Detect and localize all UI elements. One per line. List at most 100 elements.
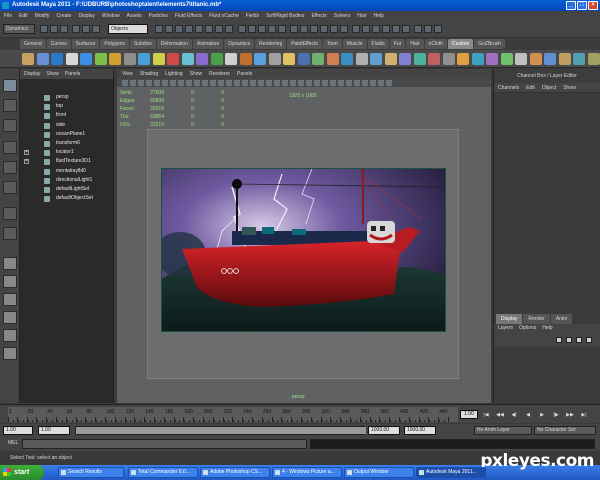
shelf-tool-icon[interactable] (65, 53, 78, 65)
outliner-menu-show[interactable]: Show (46, 69, 59, 79)
shelf-tool-icon[interactable] (573, 53, 585, 65)
viewport-tool-icon[interactable] (346, 80, 352, 86)
shelf-tool-icon[interactable] (109, 53, 121, 65)
tab-rendering[interactable]: Rendering (255, 39, 287, 49)
shelf-tool-icon[interactable] (239, 53, 252, 65)
layout-preset-icon[interactable] (3, 311, 17, 324)
shelf-tool-icon[interactable] (341, 53, 353, 65)
step-back-key-icon[interactable]: ◀◀ (496, 411, 504, 419)
playback-end-field[interactable]: 1000.00 (368, 426, 400, 435)
status-tool-icon[interactable] (225, 25, 233, 33)
tab-fur[interactable]: Fur (389, 39, 406, 49)
viewport-tool-icon[interactable] (226, 80, 232, 86)
status-tool-icon[interactable] (268, 25, 276, 33)
outliner-item[interactable]: + locator1 (20, 148, 113, 157)
status-tool-icon[interactable] (40, 25, 48, 33)
viewport-tool-icon[interactable] (138, 80, 144, 86)
expand-icon[interactable]: + (24, 159, 29, 165)
mel-label[interactable]: MEL (8, 440, 18, 446)
shelf-tool-icon[interactable] (51, 53, 63, 65)
shelf-tool-icon[interactable] (254, 53, 266, 65)
viewport-tool-icon[interactable] (170, 80, 176, 86)
move-tool-icon[interactable] (3, 141, 17, 154)
viewport-tool-icon[interactable] (290, 80, 296, 86)
shelf-tool-icon[interactable] (196, 53, 208, 65)
viewport-tool-icon[interactable] (122, 80, 128, 86)
layer-menu-layers[interactable]: Layers (498, 324, 513, 333)
viewport-tool-icon[interactable] (218, 80, 224, 86)
status-tool-icon[interactable] (50, 25, 58, 33)
menu-modify[interactable]: Modify (35, 11, 50, 21)
status-tool-icon[interactable] (248, 25, 256, 33)
menu-assets[interactable]: Assets (127, 11, 142, 21)
viewport-tool-icon[interactable] (322, 80, 328, 86)
taskbar-item[interactable]: 4 - Windows Picture a... (272, 467, 342, 478)
viewport-tool-icon[interactable] (282, 80, 288, 86)
maximize-button[interactable]: □ (577, 1, 587, 10)
shelf-tool-icon[interactable] (326, 53, 339, 65)
range-handle[interactable] (76, 427, 366, 434)
layout-preset-icon[interactable] (3, 329, 17, 342)
menu-set-select[interactable]: Dynamics (3, 24, 35, 34)
status-tool-icon[interactable] (300, 25, 308, 33)
scale-tool-icon[interactable] (3, 181, 17, 194)
status-tool-icon[interactable] (402, 25, 410, 33)
status-tool-icon[interactable] (372, 25, 380, 33)
outliner-item[interactable]: side (20, 121, 113, 130)
step-forward-key-icon[interactable]: ▶▶ (566, 411, 574, 419)
playback-start-field[interactable]: 1.00 (38, 426, 70, 435)
tab-gozbrush[interactable]: GoZBrush (474, 39, 506, 49)
tab-subdivs[interactable]: Subdivs (129, 39, 156, 49)
menu-fluid-effects[interactable]: Fluid Effects (175, 11, 202, 21)
tab-animation[interactable]: Animation (192, 39, 224, 49)
layout-preset-icon[interactable] (3, 275, 17, 288)
outliner-item[interactable]: defaultLightSet (20, 185, 113, 194)
move-layer-up-icon[interactable] (576, 337, 582, 343)
taskbar-item[interactable]: Output Window (344, 467, 414, 478)
layout-preset-icon[interactable] (3, 347, 17, 360)
viewport-menu-view[interactable]: View (122, 69, 133, 79)
selection-mode-field[interactable]: Objects (108, 24, 148, 34)
command-input[interactable] (22, 439, 307, 449)
status-tool-icon[interactable] (352, 25, 360, 33)
status-tool-icon[interactable] (258, 25, 266, 33)
current-frame-field[interactable]: 1.00 (460, 410, 478, 419)
tab-custom[interactable]: Custom (448, 39, 474, 49)
menu-edit[interactable]: Edit (19, 11, 28, 21)
viewport-tool-icon[interactable] (338, 80, 344, 86)
viewport-tool-icon[interactable] (242, 80, 248, 86)
status-tool-icon[interactable] (185, 25, 193, 33)
step-forward-frame-icon[interactable]: |▶ (552, 411, 560, 419)
outliner-item[interactable]: top (20, 102, 113, 111)
layer-list[interactable] (494, 346, 600, 403)
perspective-viewport[interactable]: View Shading Lighting Show Renderer Panels Ve… (117, 69, 491, 403)
shelf-tool-icon[interactable] (312, 53, 324, 65)
viewport-tool-icon[interactable] (306, 80, 312, 86)
viewport-tool-icon[interactable] (250, 80, 256, 86)
shelf-tool-icon[interactable] (544, 53, 556, 65)
viewport-tool-icon[interactable] (130, 80, 136, 86)
tab-deformation[interactable]: Deformation (156, 39, 192, 49)
viewport-tool-icon[interactable] (386, 80, 392, 86)
taskbar-item[interactable]: Search Results (58, 467, 124, 478)
shelf-tool-icon[interactable] (442, 53, 455, 65)
status-tool-icon[interactable] (320, 25, 328, 33)
status-tool-icon[interactable] (278, 25, 286, 33)
menu-create[interactable]: Create (56, 11, 71, 21)
layer-menu-options[interactable]: Options (519, 324, 536, 333)
status-tool-icon[interactable] (340, 25, 348, 33)
outliner-item[interactable]: + fluidTexture3D1 (20, 157, 113, 166)
expand-icon[interactable]: + (24, 150, 29, 156)
status-tool-icon[interactable] (434, 25, 442, 33)
shelf-tool-icon[interactable] (413, 53, 426, 65)
play-backwards-icon[interactable]: ◀ (524, 411, 532, 419)
shelf-tool-icon[interactable] (80, 53, 92, 65)
outliner-menu-panels[interactable]: Panels (65, 69, 80, 79)
outliner-item[interactable]: persp (20, 93, 113, 102)
viewport-tool-icon[interactable] (298, 80, 304, 86)
shelf-tool-icon[interactable] (268, 53, 281, 65)
layout-preset-icon[interactable] (3, 257, 17, 270)
tab-painteffects[interactable]: PaintEffects (287, 39, 322, 49)
outliner-menu-display[interactable]: Display (24, 69, 40, 79)
menu-effects[interactable]: Effects (311, 11, 326, 21)
